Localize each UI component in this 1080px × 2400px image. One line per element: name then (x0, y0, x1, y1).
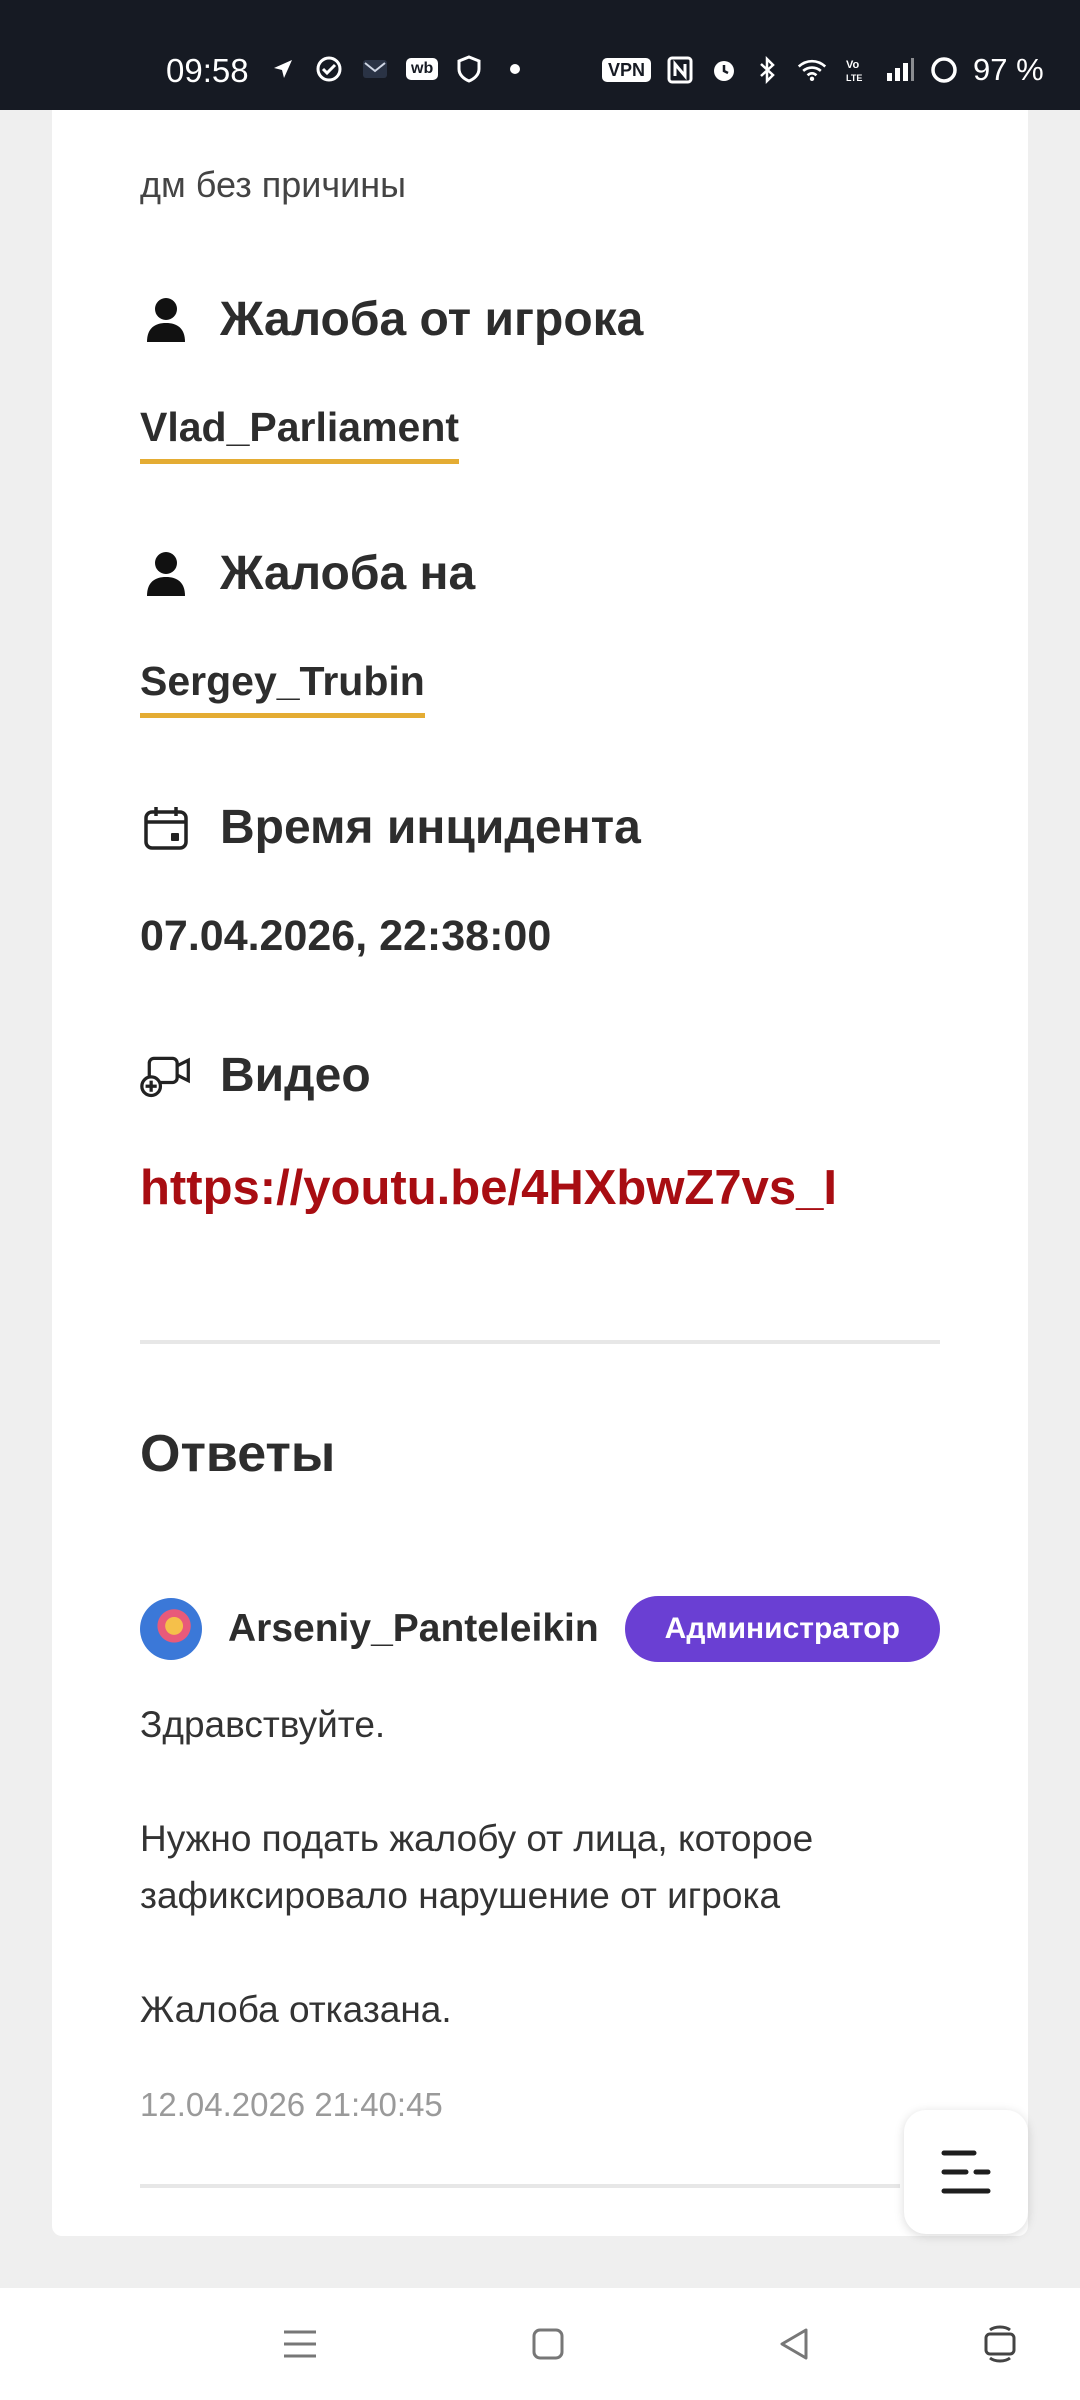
reply-timestamp: 12.04.2026 21:40:45 (140, 2086, 443, 2123)
user-icon (140, 548, 192, 600)
against-player-name[interactable]: Sergey_Trubin (140, 658, 425, 718)
incident-time-title: Время инцидента (220, 801, 641, 854)
avatar[interactable] (140, 1598, 202, 1660)
shield-icon (454, 54, 484, 84)
from-player-name[interactable]: Vlad_Parliament (140, 404, 460, 464)
svg-text:LTE: LTE (846, 73, 862, 83)
from-player-heading: Жалоба от игрока (140, 292, 643, 347)
reply-divider (140, 2184, 900, 2188)
from-player-title: Жалоба от игрока (220, 293, 644, 346)
complaint-reason: дм без причины (140, 164, 406, 205)
reply-header: Arseniy_Panteleikin Администратор (140, 1596, 940, 1662)
user-icon (140, 294, 192, 346)
against-player-heading: Жалоба на (140, 546, 475, 601)
against-player-title: Жалоба на (220, 547, 476, 600)
menu-icon[interactable] (272, 2316, 328, 2372)
home-square-icon[interactable] (520, 2316, 576, 2372)
nfc-icon (665, 55, 695, 85)
status-right-icons: VPN Vo LTE 97 % (602, 52, 1044, 88)
alarm-icon (709, 55, 739, 85)
reply-paragraph: Здравствуйте. (140, 1704, 386, 1745)
dot-icon (500, 54, 530, 84)
volte-icon: Vo LTE (841, 55, 871, 85)
video-link[interactable]: https://youtu.be/4HXbwZ7vs_I (140, 1160, 837, 1216)
battery-percent: 97 % (973, 52, 1044, 87)
system-nav-bar (0, 2288, 1080, 2400)
wifi-icon (797, 55, 827, 85)
rotate-icon[interactable] (972, 2316, 1028, 2372)
calendar-icon (140, 802, 192, 854)
location-arrow-icon (268, 54, 298, 84)
video-add-icon (140, 1050, 192, 1102)
signal-icon (885, 55, 915, 85)
menu-button[interactable] (904, 2110, 1028, 2234)
reply-body: Здравствуйте. Нужно подать жалобу от лиц… (140, 1696, 960, 2095)
battery-icon (929, 55, 959, 85)
reply-paragraph: Нужно подать жалобу от лица, которое заф… (140, 1818, 814, 1916)
status-left-icons: wb (268, 54, 530, 84)
back-triangle-icon[interactable] (766, 2316, 822, 2372)
incident-time-heading: Время инцидента (140, 800, 641, 855)
admin-badge: Администратор (624, 1596, 940, 1662)
mail-icon (360, 54, 390, 84)
answers-title: Ответы (140, 1425, 336, 1483)
menu-lines-icon (941, 2150, 991, 2194)
svg-text:Vo: Vo (846, 59, 860, 71)
incident-time-value: 07.04.2026, 22:38:00 (140, 912, 552, 960)
bluetooth-icon (753, 55, 783, 85)
video-title: Видео (220, 1049, 371, 1102)
section-divider (140, 1340, 940, 1344)
reply-paragraph: Жалоба отказана. (140, 1989, 452, 2030)
status-bar: 09:58 wb VPN Vo LTE 97 % (0, 0, 1080, 110)
reply-author[interactable]: Arseniy_Panteleikin (228, 1607, 599, 1651)
status-time: 09:58 (166, 52, 249, 89)
wb-app-icon: wb (406, 58, 439, 80)
check-circle-icon (314, 54, 344, 84)
vpn-icon: VPN (602, 58, 652, 82)
video-heading: Видео (140, 1048, 371, 1103)
